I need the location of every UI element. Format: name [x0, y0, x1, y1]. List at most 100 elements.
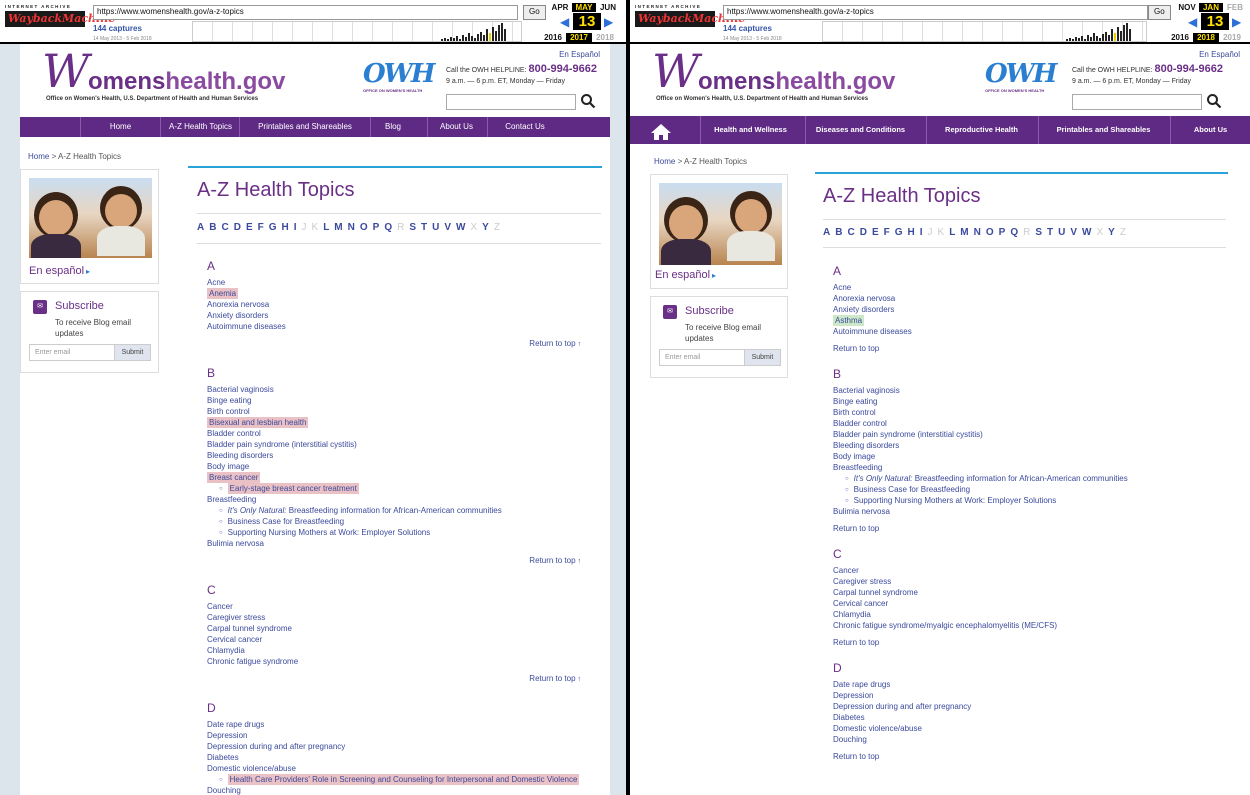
topic-link[interactable]: Depression during and after pregnancy [207, 741, 581, 752]
year-2016[interactable]: 2016 [1167, 33, 1193, 42]
month-may[interactable]: MAY [572, 3, 596, 12]
alpha-u[interactable]: U [432, 222, 439, 233]
topic-link[interactable]: Carpal tunnel syndrome [207, 623, 581, 634]
topic-link[interactable]: Douching [207, 785, 581, 795]
topic-link[interactable]: Bisexual and lesbian health [207, 417, 581, 428]
topic-link[interactable]: Bulimia nervosa [207, 538, 581, 549]
alpha-m[interactable]: M [960, 227, 968, 238]
topic-link[interactable]: Diabetes [833, 712, 971, 723]
site-search-input[interactable] [1072, 94, 1202, 110]
topic-link[interactable]: Cervical cancer [833, 598, 1057, 609]
return-to-top-link[interactable]: Return to top [833, 751, 971, 762]
wayback-go-button[interactable]: Go [523, 5, 546, 20]
topic-link[interactable]: Autoimmune diseases [207, 321, 581, 332]
topic-link[interactable]: Asthma [833, 315, 912, 326]
topic-link[interactable]: Chronic fatigue syndrome/myalgic encepha… [833, 620, 1057, 631]
alpha-y[interactable]: Y [1108, 227, 1115, 238]
topic-link[interactable]: Anxiety disorders [833, 304, 912, 315]
topic-link[interactable]: Caregiver stress [833, 576, 1057, 587]
alpha-v[interactable]: V [444, 222, 451, 233]
topic-link[interactable]: Date rape drugs [207, 719, 581, 730]
return-to-top-link[interactable]: Return to top [207, 673, 581, 684]
topic-link[interactable]: Bleeding disorders [833, 440, 1128, 451]
sidebar-espanol-link[interactable]: En español [29, 265, 90, 277]
topic-link[interactable]: Bladder pain syndrome (interstitial cyst… [833, 429, 1128, 440]
wayback-logo[interactable]: INTERNET ARCHIVE WaybackMachine [635, 4, 745, 27]
topic-link[interactable]: Bacterial vaginosis [833, 385, 1128, 396]
topic-link[interactable]: Bleeding disorders [207, 450, 581, 461]
alpha-f[interactable]: F [258, 222, 264, 233]
topic-link[interactable]: Depression [833, 690, 971, 701]
owh-logo[interactable]: OWH OFFICE ON WOMEN'S HEALTH [985, 60, 1057, 94]
en-espanol-link[interactable]: En Español [1199, 50, 1240, 59]
alpha-l[interactable]: L [949, 227, 955, 238]
nav-diseases-and-conditions[interactable]: Diseases and Conditions [805, 116, 915, 144]
alpha-n[interactable]: N [974, 227, 981, 238]
topic-link[interactable]: Binge eating [833, 396, 1128, 407]
topic-link[interactable]: Breastfeeding [207, 494, 581, 505]
topic-link[interactable]: Chronic fatigue syndrome [207, 656, 581, 667]
nav-blog[interactable]: Blog [370, 117, 415, 137]
submit-button[interactable]: Submit [114, 344, 151, 361]
alpha-v[interactable]: V [1070, 227, 1077, 238]
nav-home[interactable]: Home [80, 117, 160, 137]
alpha-w[interactable]: W [1082, 227, 1091, 238]
topic-link[interactable]: Birth control [833, 407, 1128, 418]
alpha-n[interactable]: N [348, 222, 355, 233]
topic-link[interactable]: Depression [207, 730, 581, 741]
alpha-c[interactable]: C [847, 227, 854, 238]
wayback-url-input[interactable]: https://www.womenshealth.gov/a-z-topics [723, 5, 1148, 20]
topic-link[interactable]: Acne [207, 277, 581, 288]
topic-link[interactable]: Health Care Providers' Role in Screening… [207, 774, 581, 785]
alpha-q[interactable]: Q [384, 222, 392, 233]
wayback-go-button[interactable]: Go [1148, 5, 1171, 20]
return-to-top-link[interactable]: Return to top [833, 637, 1057, 648]
wayback-timeline-histogram[interactable] [822, 21, 1147, 42]
en-espanol-link[interactable]: En Español [559, 50, 600, 59]
wayback-url-input[interactable]: https://www.womenshealth.gov/a-z-topics [93, 5, 518, 20]
alpha-p[interactable]: P [999, 227, 1006, 238]
alpha-a[interactable]: A [823, 227, 830, 238]
alpha-q[interactable]: Q [1010, 227, 1018, 238]
topic-link[interactable]: Bladder pain syndrome (interstitial cyst… [207, 439, 581, 450]
alpha-y[interactable]: Y [482, 222, 489, 233]
topic-link[interactable]: Douching [833, 734, 971, 745]
return-to-top-link[interactable]: Return to top [833, 523, 1128, 534]
breadcrumb-home[interactable]: Home [654, 157, 675, 166]
return-to-top-link[interactable]: Return to top [833, 343, 912, 354]
topic-link[interactable]: Bladder control [833, 418, 1128, 429]
year-2019[interactable]: 2019 [1219, 33, 1245, 42]
alpha-g[interactable]: G [269, 222, 277, 233]
next-capture-arrow[interactable]: ▶ [1232, 15, 1241, 29]
alpha-d[interactable]: D [234, 222, 241, 233]
month-jan[interactable]: JAN [1199, 3, 1223, 12]
topic-link[interactable]: Acne [833, 282, 912, 293]
month-apr[interactable]: APR [548, 3, 572, 12]
nav-health-and-wellness[interactable]: Health and Wellness [700, 116, 800, 144]
alpha-a[interactable]: A [197, 222, 204, 233]
topic-link[interactable]: Bulimia nervosa [833, 506, 1128, 517]
alpha-d[interactable]: D [860, 227, 867, 238]
topic-link[interactable]: Cancer [207, 601, 581, 612]
nav-printables-and-shareables[interactable]: Printables and Shareables [1038, 116, 1168, 144]
owh-logo[interactable]: OWH OFFICE ON WOMEN'S HEALTH [363, 60, 435, 94]
alpha-e[interactable]: E [246, 222, 253, 233]
topic-link[interactable]: Diabetes [207, 752, 581, 763]
return-to-top-link[interactable]: Return to top [207, 338, 581, 349]
topic-link[interactable]: Supporting Nursing Mothers at Work: Empl… [833, 495, 1128, 506]
alpha-i[interactable]: I [920, 227, 923, 238]
alpha-b[interactable]: B [835, 227, 842, 238]
nav-reproductive-health[interactable]: Reproductive Health [926, 116, 1036, 144]
topic-link[interactable]: Body image [833, 451, 1128, 462]
nav-about-us[interactable]: About Us [1170, 116, 1250, 144]
topic-link[interactable]: Supporting Nursing Mothers at Work: Empl… [207, 527, 581, 538]
topic-link[interactable]: Domestic violence/abuse [207, 763, 581, 774]
topic-link[interactable]: Business Case for Breastfeeding [833, 484, 1128, 495]
alpha-l[interactable]: L [323, 222, 329, 233]
topic-link[interactable]: Chlamydia [207, 645, 581, 656]
topic-link[interactable]: Domestic violence/abuse [833, 723, 971, 734]
alpha-g[interactable]: G [895, 227, 903, 238]
topic-link[interactable]: Binge eating [207, 395, 581, 406]
alpha-t[interactable]: T [1047, 227, 1053, 238]
year-2016[interactable]: 2016 [540, 33, 566, 42]
